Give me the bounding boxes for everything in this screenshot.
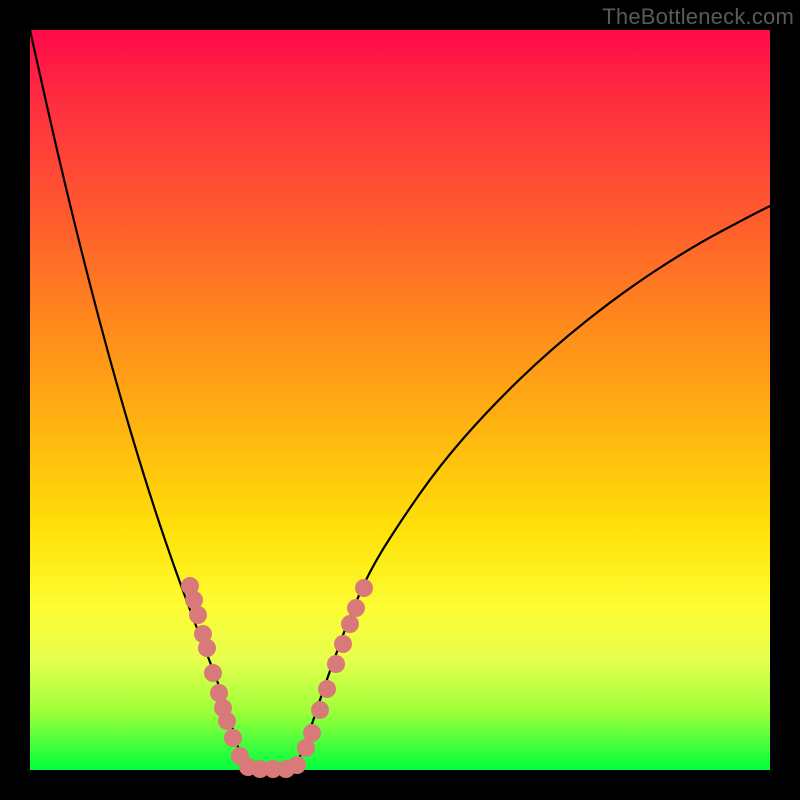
highlight-dot — [318, 680, 336, 698]
highlight-dot — [311, 701, 329, 719]
highlight-dot — [198, 639, 216, 657]
chart-stage: TheBottleneck.com — [0, 0, 800, 800]
highlight-dot — [189, 606, 207, 624]
watermark-label: TheBottleneck.com — [602, 4, 794, 30]
highlight-dot — [347, 599, 365, 617]
highlight-dot — [327, 655, 345, 673]
highlight-dot — [218, 712, 236, 730]
plot-area — [30, 30, 770, 770]
highlight-dot — [334, 635, 352, 653]
highlight-dot — [303, 724, 321, 742]
bottleneck-curve — [30, 30, 770, 770]
highlight-dot — [355, 579, 373, 597]
highlight-dot — [204, 664, 222, 682]
curve-layer — [30, 30, 770, 770]
highlight-dot — [341, 615, 359, 633]
highlight-dot — [224, 729, 242, 747]
highlight-dots-group — [181, 577, 373, 778]
highlight-dot — [288, 756, 306, 774]
